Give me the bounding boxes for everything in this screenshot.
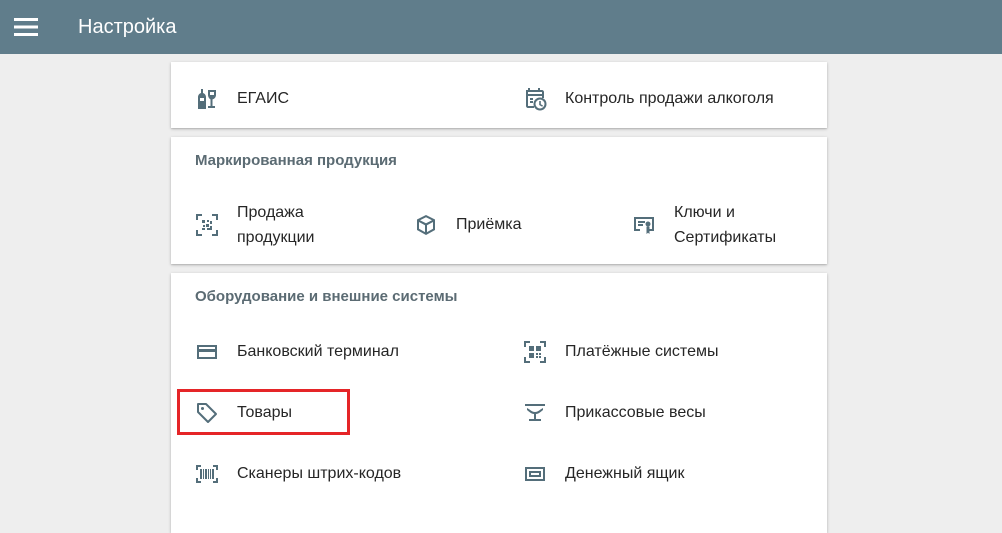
- scale-icon: [523, 401, 547, 425]
- menu-item-label: Продажа продукции: [237, 204, 315, 246]
- price-tag-icon: [195, 401, 219, 425]
- certificate-card-icon: [632, 213, 656, 237]
- menu-item-egais[interactable]: ЕГАИС: [195, 86, 289, 111]
- credit-card-icon: [195, 340, 219, 364]
- menu-item-barcode-scanners[interactable]: Сканеры штрих-кодов: [195, 461, 401, 486]
- menu-item-receiving[interactable]: Приёмка: [414, 212, 521, 237]
- menu-item-scales[interactable]: Прикассовые весы: [523, 400, 706, 425]
- menu-item-product-sale[interactable]: Продажа продукции: [195, 200, 314, 250]
- menu-item-cash-drawer[interactable]: Денежный ящик: [523, 461, 684, 486]
- menu-item-label: Приёмка: [456, 216, 522, 233]
- menu-item-label: Контроль продажи алкоголя: [565, 90, 774, 107]
- menu-item-payment-systems[interactable]: Платёжные системы: [523, 339, 718, 364]
- page-title: Настройка: [78, 16, 177, 38]
- menu-item-label: Ключи и Сертификаты: [674, 204, 777, 246]
- package-box-icon: [414, 213, 438, 237]
- section-title: Оборудование и внешние системы: [195, 288, 458, 305]
- menu-item-label: Денежный ящик: [565, 465, 685, 482]
- menu-item-alcohol-control[interactable]: Контроль продажи алкоголя: [523, 86, 774, 111]
- menu-item-goods[interactable]: Товары: [195, 400, 292, 425]
- card-equipment: Оборудование и внешние системы Банковски…: [171, 273, 827, 533]
- datamatrix-scan-icon: [195, 213, 219, 237]
- menu-item-bank-terminal[interactable]: Банковский терминал: [195, 339, 399, 364]
- card-alcohol: ЕГАИС Контроль продажи алкоголя: [171, 62, 827, 128]
- menu-item-label: Платёжные системы: [565, 343, 719, 360]
- menu-item-label: Товары: [237, 404, 293, 421]
- section-title: Маркированная продукция: [195, 152, 397, 169]
- menu-item-label: Прикассовые весы: [565, 404, 706, 421]
- wine-bottle-glass-icon: [195, 87, 219, 111]
- calendar-clock-icon: [523, 87, 547, 111]
- qr-code-scan-icon: [523, 340, 547, 364]
- menu-item-keys-certificates[interactable]: Ключи и Сертификаты: [632, 200, 776, 250]
- menu-item-label: ЕГАИС: [237, 90, 289, 107]
- cash-drawer-icon: [523, 462, 547, 486]
- card-marked-products: Маркированная продукция Продажа продукци…: [171, 137, 827, 264]
- menu-item-label: Банковский терминал: [237, 343, 399, 360]
- hamburger-menu-icon[interactable]: [14, 15, 38, 39]
- app-header: Настройка: [0, 0, 1002, 54]
- barcode-scanner-icon: [195, 462, 219, 486]
- menu-item-label: Сканеры штрих-кодов: [237, 465, 402, 482]
